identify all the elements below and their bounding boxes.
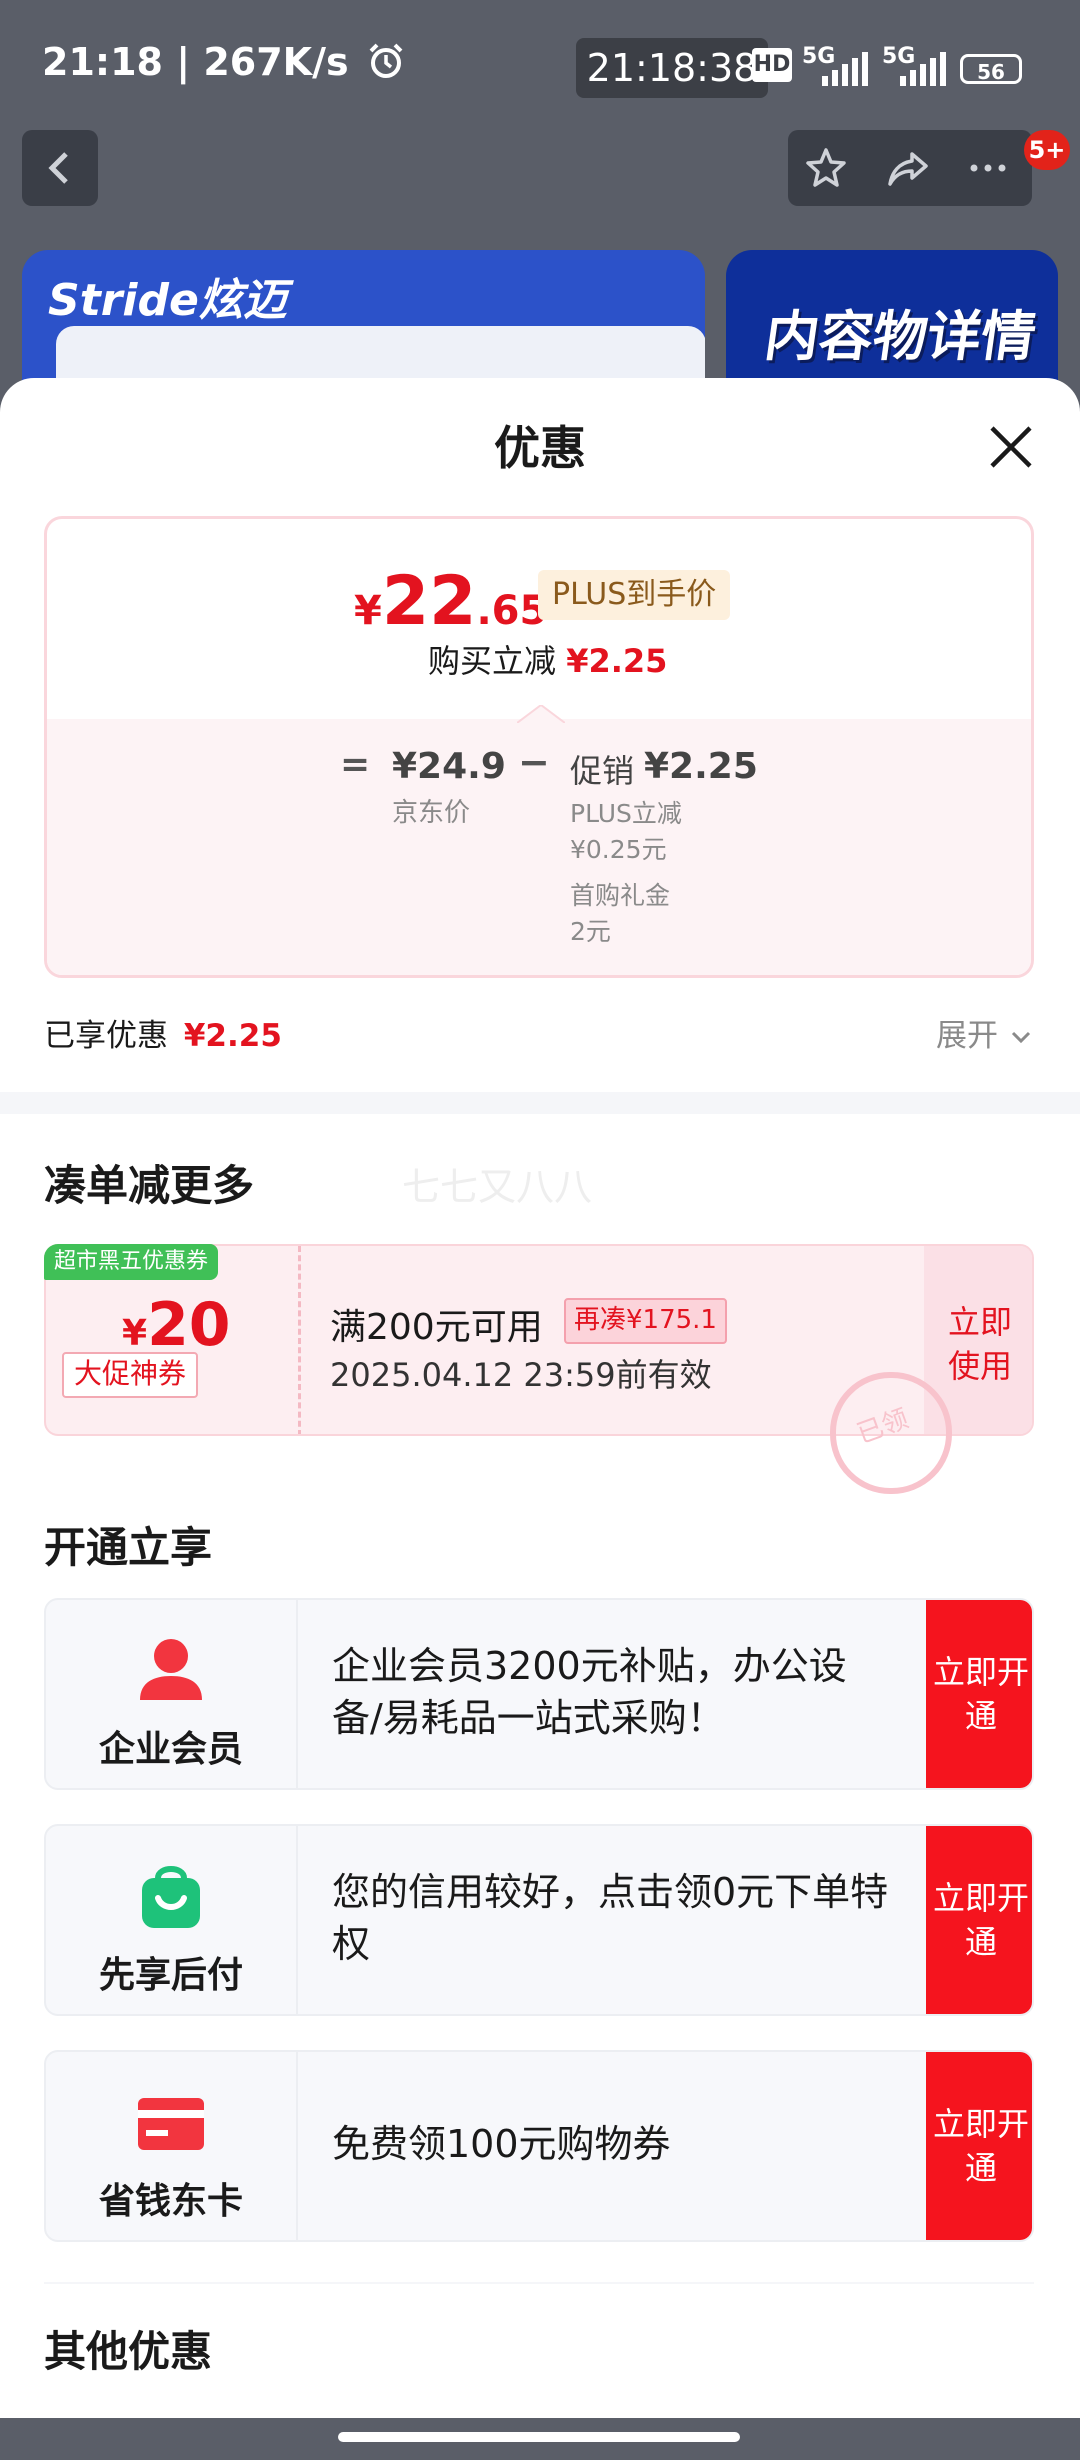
signal-icon-2 (900, 52, 946, 86)
open-item-left: 企业会员 (46, 1600, 298, 1788)
open-now-button[interactable]: 立即开通 (926, 1826, 1032, 2014)
pointer-notch (517, 705, 565, 723)
open-section-title: 开通立享 (44, 1523, 213, 1572)
open-item-desc: 免费领100元购物券 (332, 2122, 671, 2166)
coupon-perforation (298, 1246, 301, 1434)
alarm-icon (369, 43, 403, 78)
open-item-desc: 您的信用较好，点击领0元下单特权 (332, 1870, 889, 1966)
open-item-saving-card[interactable]: 省钱东卡 免费领100元购物券 立即开通 (44, 2050, 1034, 2242)
status-time: 21:18 (42, 40, 163, 84)
chevron-down-icon (1011, 1031, 1030, 1044)
home-indicator[interactable] (338, 2432, 740, 2442)
plus-price-tag: PLUS到手价 (538, 570, 731, 620)
watermark: 七七又八八 (402, 1165, 593, 1209)
star-icon[interactable] (802, 144, 850, 192)
combine-section-title: 凑单减更多 (44, 1161, 255, 1210)
price-main: 22 (381, 562, 477, 641)
status-left: 21:18 | 267K/s (42, 40, 406, 84)
plus-cut-value: ¥0.25元 (570, 835, 667, 864)
price-decimal: .65 (476, 588, 548, 634)
jd-price: ¥24.9 (392, 746, 506, 787)
share-icon[interactable] (884, 144, 932, 192)
plus-price: ¥22.65 (354, 562, 548, 641)
plus-cut-label: PLUS立减 (570, 799, 682, 828)
open-item-desc: 企业会员3200元补贴，办公设备/易耗品一站式采购！ (332, 1644, 847, 1740)
brand-banner-text: Stride炫迈 (48, 275, 287, 326)
coupon-expiry: 2025.04.12 23:59前有效 (330, 1356, 712, 1394)
more-icon[interactable] (964, 144, 1012, 192)
enjoyed-discount: 已享优惠 ¥2.25 (44, 1018, 282, 1054)
network-speed: 267K/s (203, 40, 349, 84)
sheet-title: 优惠 (494, 421, 586, 475)
person-icon (140, 1639, 202, 1700)
back-button[interactable] (22, 130, 98, 206)
notification-badge: 5+ (1024, 130, 1070, 170)
clock-pill: 21:18:38 (576, 38, 768, 98)
chevron-left-icon (48, 152, 68, 184)
first-gift-label: 首购礼金 (570, 881, 671, 910)
status-bar: 21:18 | 267K/s 21:18:38 HD 5G 5G 56 (0, 0, 1080, 130)
open-now-button[interactable]: 立即开通 (926, 2052, 1032, 2240)
header-actions (788, 130, 1032, 206)
coupon-amount: ¥20 (122, 1290, 231, 1360)
card-icon (138, 2098, 204, 2150)
expand-button[interactable]: 展开 (936, 1010, 1034, 1055)
first-gift-value: 2元 (570, 917, 611, 946)
coupon-type-tag: 超市黑五优惠券 (44, 1244, 219, 1280)
open-item-name: 先享后付 (98, 1955, 243, 1996)
open-item-enterprise[interactable]: 企业会员 企业会员3200元补贴，办公设备/易耗品一站式采购！ 立即开通 (44, 1598, 1034, 1790)
equals-sign: = (340, 744, 371, 785)
other-section-title: 其他优惠 (44, 2327, 213, 2376)
open-item-left: 先享后付 (46, 1826, 298, 2014)
section-divider-2 (44, 2282, 1034, 2284)
promo-value: ¥2.25 (644, 746, 758, 787)
signal-icon (822, 52, 868, 86)
refill-amount-tag: 再凑¥175.1 (564, 1298, 727, 1344)
open-item-left: 省钱东卡 (46, 2052, 298, 2240)
instant-discount: 购买立减 ¥2.25 (428, 642, 668, 680)
minus-sign: − (518, 740, 550, 784)
open-item-name: 企业会员 (98, 1729, 243, 1770)
shopping-bag-icon (142, 1866, 200, 1928)
claimed-stamp: 已领 (830, 1372, 952, 1494)
section-divider (0, 1092, 1080, 1114)
promo-label: 促销 (570, 752, 635, 790)
contents-banner-text: 内容物详情 (760, 305, 1040, 368)
battery-icon: 56 (960, 54, 1022, 84)
jd-price-label: 京东价 (392, 798, 471, 828)
open-now-button[interactable]: 立即开通 (926, 1600, 1032, 1788)
coupon-condition: 满200元可用 (330, 1307, 543, 1348)
close-icon[interactable] (984, 420, 1038, 474)
open-item-name: 省钱东卡 (98, 2181, 243, 2222)
hd-icon: HD (752, 48, 792, 82)
open-item-pay-later[interactable]: 先享后付 您的信用较好，点击领0元下单特权 立即开通 (44, 1824, 1034, 2016)
use-now-button[interactable]: 立即使用 (940, 1300, 1020, 1388)
promo-ticket-label: 大促神券 (62, 1352, 199, 1398)
